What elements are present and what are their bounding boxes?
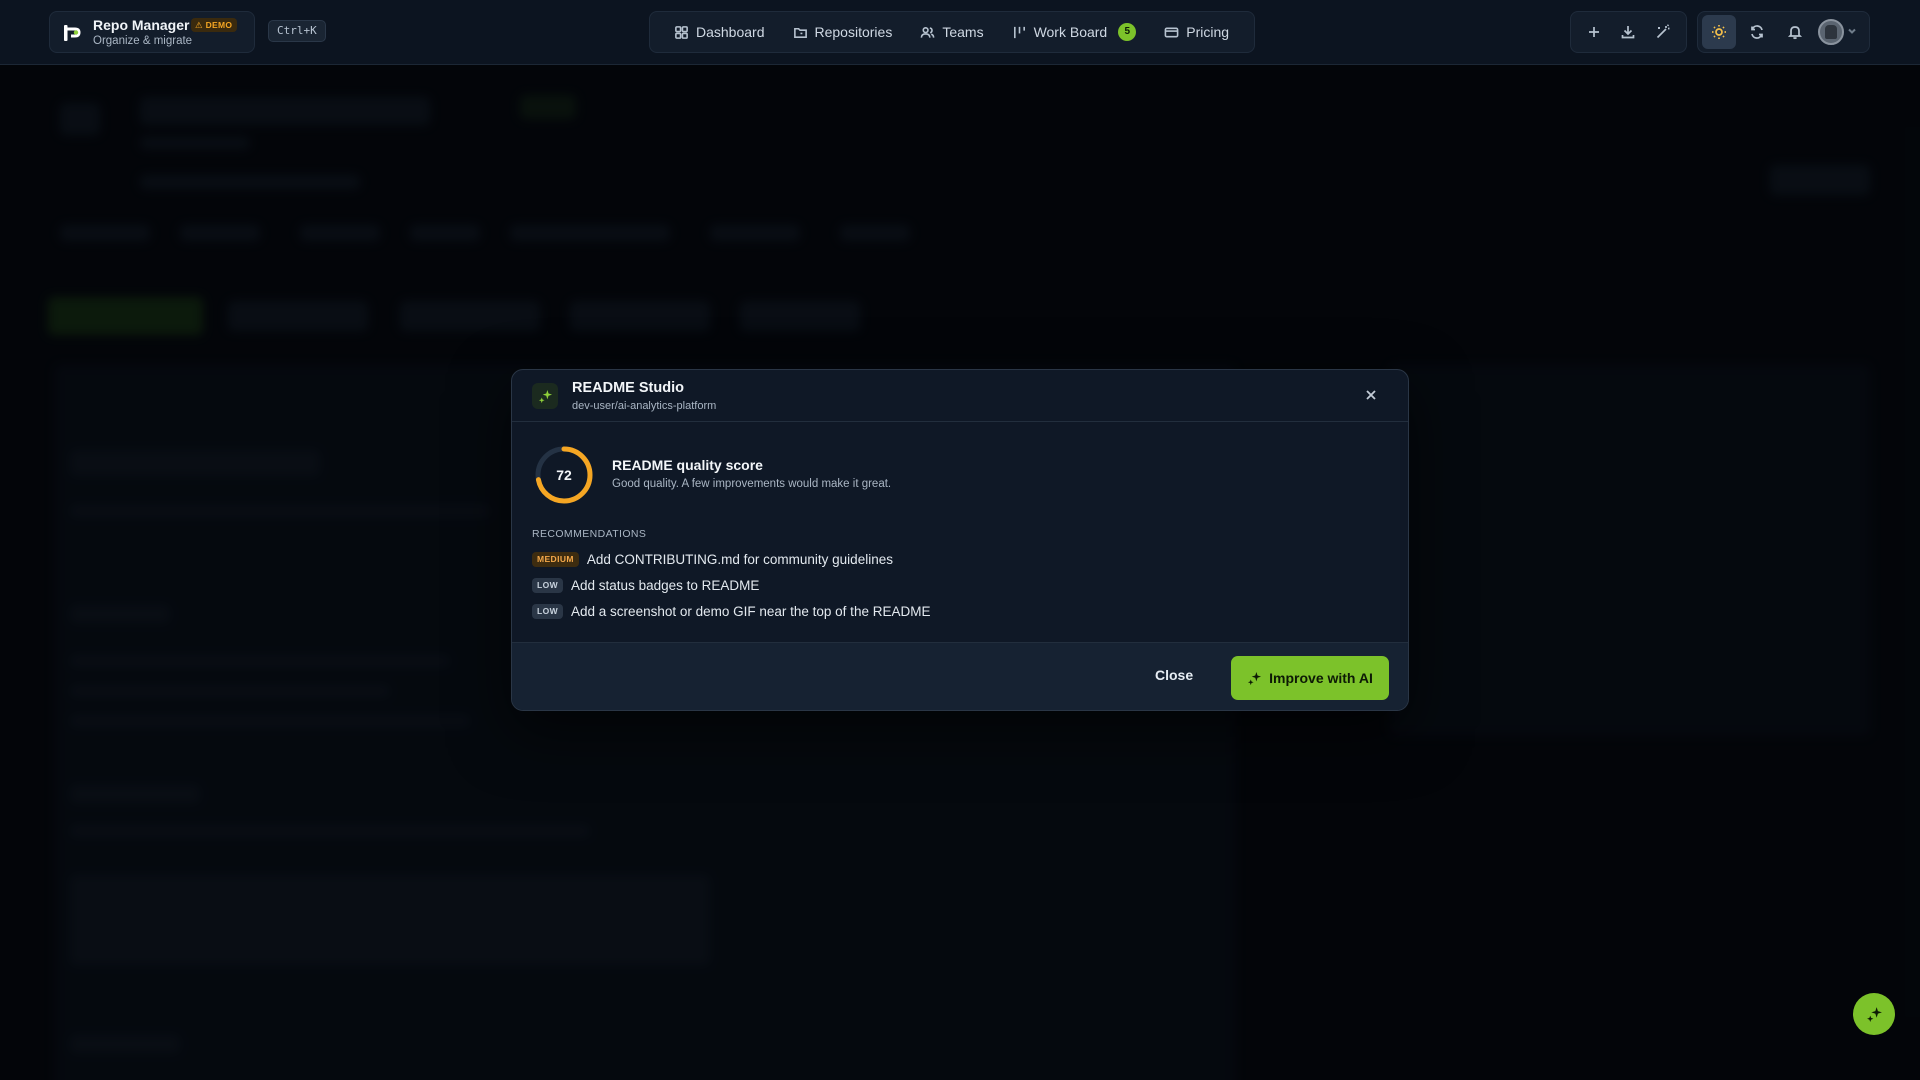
sparkles-icon	[1248, 671, 1262, 685]
import-button[interactable]	[1611, 15, 1645, 49]
bell-icon	[1787, 26, 1803, 40]
app-title: Repo Manager	[93, 17, 190, 33]
kanban-icon	[1013, 26, 1025, 38]
close-icon	[1366, 390, 1376, 400]
recommendations-heading: RECOMMENDATIONS	[532, 528, 647, 540]
nav-teams[interactable]: Teams	[906, 16, 997, 48]
utility-toolbar	[1697, 11, 1870, 53]
top-bar: Repo Manager ⚠ DEMO Organize & migrate C…	[0, 0, 1920, 65]
nav-repositories[interactable]: Repositories	[779, 16, 907, 48]
sparkles-icon	[532, 383, 558, 409]
ai-assistant-fab[interactable]	[1853, 993, 1895, 1035]
ai-tools-button[interactable]	[1646, 15, 1680, 49]
refresh-button[interactable]	[1740, 15, 1774, 49]
user-menu[interactable]	[1818, 19, 1857, 45]
recommendation-text: Add CONTRIBUTING.md for community guidel…	[586, 552, 893, 567]
severity-badge: LOW	[532, 578, 564, 593]
download-icon	[1622, 26, 1635, 39]
nav-label: Teams	[942, 24, 984, 40]
quality-score-value: 72	[556, 467, 572, 483]
app-brand[interactable]: Repo Manager ⚠ DEMO Organize & migrate	[49, 11, 255, 53]
dialog-subtitle: dev-user/ai-analytics-platform	[572, 400, 717, 412]
nav-dashboard[interactable]: Dashboard	[660, 16, 779, 48]
dialog-title: README Studio	[572, 380, 684, 396]
severity-badge: LOW	[532, 604, 564, 619]
nav-work-board[interactable]: Work Board 5	[998, 16, 1151, 48]
quality-score-description: Good quality. A few improvements would m…	[612, 478, 892, 490]
recommendation-text: Add status badges to README	[571, 578, 760, 593]
list-item: MEDIUM Add CONTRIBUTING.md for community…	[532, 551, 930, 568]
dialog-footer: Close Improve with AI	[512, 642, 1408, 710]
folder-icon	[793, 27, 807, 38]
action-toolbar	[1570, 11, 1687, 53]
command-palette-shortcut[interactable]: Ctrl+K	[268, 20, 326, 42]
quality-score-title: README quality score	[612, 457, 763, 473]
nav-label: Work Board	[1033, 24, 1108, 40]
nav-label: Pricing	[1186, 24, 1230, 40]
improve-button-label: Improve with AI	[1269, 670, 1373, 686]
readme-studio-dialog: README Studio dev-user/ai-analytics-plat…	[511, 369, 1409, 711]
list-item: LOW Add a screenshot or demo GIF near th…	[532, 603, 930, 620]
chevron-down-icon	[1848, 28, 1856, 34]
sun-icon	[1712, 25, 1726, 39]
app-subtitle: Organize & migrate	[93, 35, 193, 47]
close-dialog-button[interactable]	[1364, 388, 1380, 404]
demo-badge: ⚠ DEMO	[191, 18, 238, 32]
main-nav: Dashboard Repositories Teams Work Board …	[649, 11, 1255, 53]
credit-card-icon	[1164, 26, 1179, 38]
recommendations-list: MEDIUM Add CONTRIBUTING.md for community…	[532, 551, 930, 620]
recommendation-text: Add a screenshot or demo GIF near the to…	[571, 604, 931, 619]
avatar	[1818, 19, 1844, 45]
theme-toggle-button[interactable]	[1702, 15, 1736, 49]
users-icon	[920, 26, 935, 38]
nav-label: Repositories	[814, 24, 893, 40]
refresh-icon	[1751, 25, 1763, 39]
dialog-header: README Studio dev-user/ai-analytics-plat…	[512, 370, 1408, 422]
improve-with-ai-button[interactable]: Improve with AI	[1231, 656, 1389, 700]
add-button[interactable]	[1577, 15, 1611, 49]
plus-icon	[1589, 27, 1600, 37]
nav-pricing[interactable]: Pricing	[1150, 16, 1243, 48]
nav-label: Dashboard	[696, 24, 765, 40]
list-item: LOW Add status badges to README	[532, 577, 930, 594]
severity-badge: MEDIUM	[532, 552, 579, 567]
sparkles-icon	[1866, 1006, 1882, 1022]
magic-wand-icon	[1656, 24, 1670, 39]
notifications-button[interactable]	[1778, 15, 1812, 49]
logo-icon	[64, 25, 81, 41]
work-board-count-badge: 5	[1118, 23, 1137, 41]
close-button[interactable]: Close	[1155, 667, 1193, 683]
grid-icon	[675, 25, 688, 39]
